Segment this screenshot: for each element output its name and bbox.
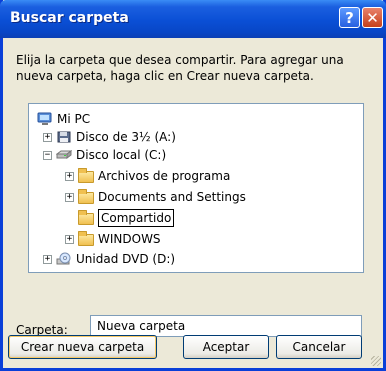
dvd-icon	[56, 252, 71, 265]
folder-name-input[interactable]: Nueva carpeta	[90, 315, 362, 337]
tree-item-local-disk[interactable]: − Disco local (C:)	[43, 146, 166, 164]
expand-icon[interactable]: +	[65, 234, 74, 244]
tree-item-documents-settings[interactable]: + Documents and Settings	[65, 188, 246, 206]
folder-icon	[78, 189, 94, 204]
expand-icon[interactable]: +	[65, 171, 74, 181]
computer-icon	[37, 112, 52, 125]
tree-item-label: Unidad DVD (D:)	[76, 252, 176, 266]
expand-icon[interactable]: +	[43, 254, 52, 264]
tree-item-windows[interactable]: + WINDOWS	[65, 230, 161, 248]
folder-icon	[78, 168, 94, 183]
resize-grip[interactable]	[371, 356, 381, 366]
accept-button[interactable]: Aceptar	[183, 335, 269, 359]
expand-icon[interactable]: +	[65, 192, 74, 202]
folder-icon	[78, 231, 94, 246]
tree-item-label: Documents and Settings	[98, 190, 246, 204]
rename-field[interactable]: Compartido	[98, 209, 175, 227]
help-button[interactable]: ?	[339, 7, 360, 28]
tree-item-label: Mi PC	[57, 112, 91, 126]
tree-item-label: Disco local (C:)	[76, 148, 167, 162]
folder-tree[interactable]: Mi PC + Disco de 3½ (A:) − Disco local (…	[28, 103, 364, 273]
tree-item-mi-pc[interactable]: Mi PC	[37, 110, 90, 128]
tree-item-dvd[interactable]: + Unidad DVD (D:)	[43, 250, 175, 268]
floppy-icon	[57, 131, 71, 143]
tree-item-floppy[interactable]: + Disco de 3½ (A:)	[43, 128, 176, 146]
tree-item-label: Disco de 3½ (A:)	[76, 130, 176, 144]
folder-icon	[78, 210, 94, 225]
instructions-text: Elija la carpeta que desea compartir. Pa…	[16, 53, 344, 83]
cancel-button[interactable]: Cancelar	[276, 335, 362, 359]
tree-item-program-files[interactable]: + Archivos de programa	[65, 167, 230, 185]
dialog-title: Buscar carpeta	[10, 10, 129, 26]
expand-icon[interactable]: +	[43, 132, 52, 142]
hard-disk-icon	[56, 150, 72, 159]
title-bar[interactable]: Buscar carpeta ? ✕	[0, 0, 386, 38]
close-button[interactable]: ✕	[362, 7, 383, 28]
browse-folder-dialog: Buscar carpeta ? ✕ Elija la carpeta que …	[0, 0, 386, 371]
collapse-icon[interactable]: −	[43, 150, 52, 160]
tree-item-compartido[interactable]: Compartido	[78, 209, 175, 227]
tree-item-label: WINDOWS	[98, 232, 161, 246]
tree-item-label: Archivos de programa	[98, 169, 231, 183]
new-folder-button[interactable]: Crear nueva carpeta	[8, 335, 157, 359]
